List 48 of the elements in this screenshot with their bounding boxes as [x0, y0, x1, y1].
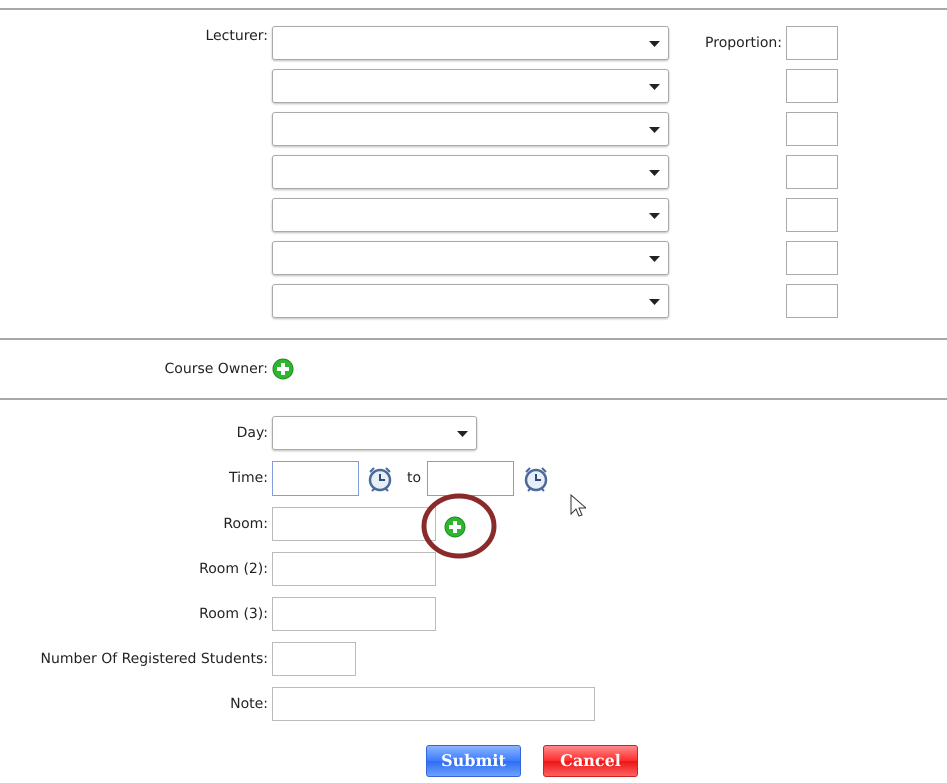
field-label: Note: [230, 696, 268, 712]
text-input[interactable] [272, 687, 595, 721]
proportion-input[interactable] [786, 69, 838, 103]
add-icon[interactable] [272, 358, 294, 380]
add-icon[interactable] [444, 516, 466, 538]
field-label: Proportion: [705, 34, 782, 52]
field-label: Day: [236, 424, 268, 440]
text-input[interactable] [272, 597, 436, 631]
dropdown-select[interactable] [272, 112, 669, 146]
proportion-input[interactable] [786, 112, 838, 146]
caret-icon [649, 170, 660, 176]
proportion-input[interactable] [786, 241, 838, 275]
dropdown-select[interactable] [272, 155, 669, 189]
clock-icon[interactable] [523, 466, 550, 492]
field-label: Room (2): [199, 560, 268, 576]
caret-icon [649, 213, 660, 219]
submit-button[interactable]: Submit [426, 745, 521, 777]
dropdown-select[interactable] [272, 284, 669, 318]
proportion-input[interactable] [786, 155, 838, 189]
field-label: Room: [223, 516, 268, 532]
caret-icon [649, 84, 660, 90]
separator-text: to [407, 469, 422, 488]
field-label: Course Owner: [164, 360, 268, 376]
text-input[interactable] [272, 552, 436, 586]
caret-icon [649, 299, 660, 305]
dropdown-select[interactable] [272, 416, 477, 450]
proportion-input[interactable] [786, 198, 838, 232]
dropdown-select[interactable] [272, 69, 669, 103]
cancel-button[interactable]: Cancel [543, 745, 638, 777]
dropdown-select[interactable] [272, 198, 669, 232]
proportion-input[interactable] [786, 26, 838, 60]
clock-icon[interactable] [367, 466, 393, 492]
field-label: Number Of Registered Students: [40, 650, 268, 666]
text-input[interactable] [272, 507, 436, 541]
mouse-pointer-icon [570, 494, 586, 518]
caret-icon [649, 127, 660, 133]
dropdown-select[interactable] [272, 26, 669, 60]
text-input[interactable] [272, 642, 356, 676]
caret-icon [457, 431, 468, 437]
dropdown-select[interactable] [272, 241, 669, 275]
field-label: Room (3): [199, 606, 268, 622]
time-input[interactable] [272, 461, 359, 496]
caret-icon [649, 41, 660, 47]
proportion-input[interactable] [786, 284, 838, 318]
field-label: Lecturer: [205, 28, 268, 44]
caret-icon [649, 256, 660, 262]
field-label: Time: [229, 470, 268, 486]
time-input[interactable] [427, 461, 514, 496]
